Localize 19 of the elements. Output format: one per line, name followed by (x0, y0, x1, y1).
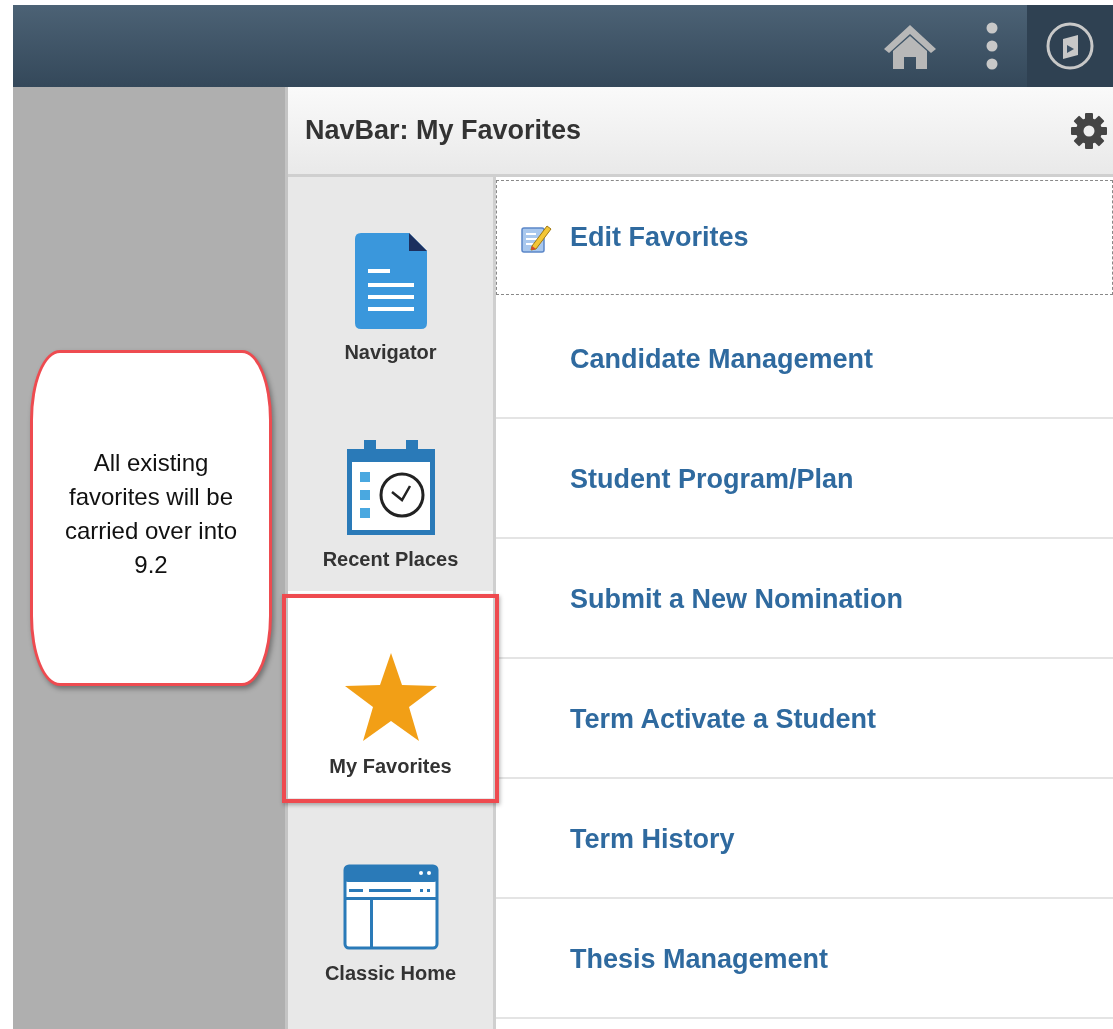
document-icon (354, 233, 427, 329)
favorite-link[interactable]: Submit a New Nomination (570, 583, 904, 615)
favorite-link[interactable]: Candidate Management (570, 343, 874, 375)
more-icon (985, 21, 999, 71)
nav-tile[interactable]: Navigator (288, 177, 493, 384)
favorite-link[interactable]: Student Program/Plan (570, 463, 854, 495)
callout-note: All existing favorites will be carried over into 9.2 (30, 350, 272, 686)
favorite-link[interactable]: Term Activate a Student (570, 703, 877, 735)
nav-tile[interactable]: Classic Home (288, 798, 493, 1005)
compass-icon (1045, 21, 1095, 71)
panel-title: NavBar: My Favorites (305, 115, 582, 146)
browser-window-icon (342, 864, 439, 950)
navbar-button[interactable] (1027, 5, 1113, 87)
calendar-clock-icon (345, 440, 436, 536)
favorite-link[interactable]: Thesis Management (570, 943, 829, 975)
favorite-link[interactable]: Term History (570, 823, 735, 855)
settings-icon[interactable] (1069, 110, 1109, 151)
nav-tile[interactable]: Recent Places (288, 384, 493, 591)
favorite-link[interactable]: Edit Favorites (570, 222, 749, 253)
